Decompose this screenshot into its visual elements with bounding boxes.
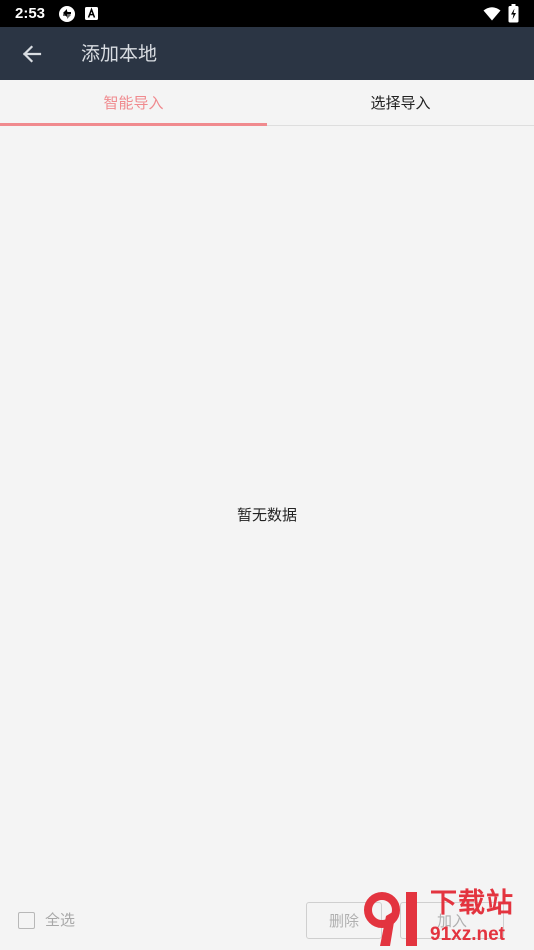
tab-select-import[interactable]: 选择导入 [267, 80, 534, 125]
checkbox-box [18, 911, 35, 929]
tab-bar: 智能导入 选择导入 [0, 80, 534, 126]
back-button[interactable] [12, 34, 52, 74]
page-title: 添加本地 [81, 43, 158, 65]
tab-smart-import[interactable]: 智能导入 [0, 80, 267, 125]
app-bar: 添加本地 [0, 27, 534, 80]
add-button[interactable]: 加入 [400, 902, 504, 939]
delete-button[interactable]: 删除 [306, 902, 382, 939]
keyboard-a-icon [85, 7, 98, 20]
status-bar: 2:53 [0, 0, 534, 27]
empty-state-text: 暂无数据 [236, 506, 297, 524]
tab-smart-import-label: 智能导入 [103, 94, 164, 112]
tab-select-import-label: 选择导入 [370, 94, 431, 112]
sync-icon [59, 6, 75, 22]
arrow-left-icon [22, 45, 42, 63]
battery-charging-icon [508, 4, 519, 23]
select-all-label: 全选 [45, 911, 76, 929]
status-time: 2:53 [15, 5, 46, 22]
tab-indicator [0, 123, 267, 126]
select-all-checkbox[interactable]: 全选 [18, 910, 75, 930]
wifi-icon [483, 7, 501, 21]
